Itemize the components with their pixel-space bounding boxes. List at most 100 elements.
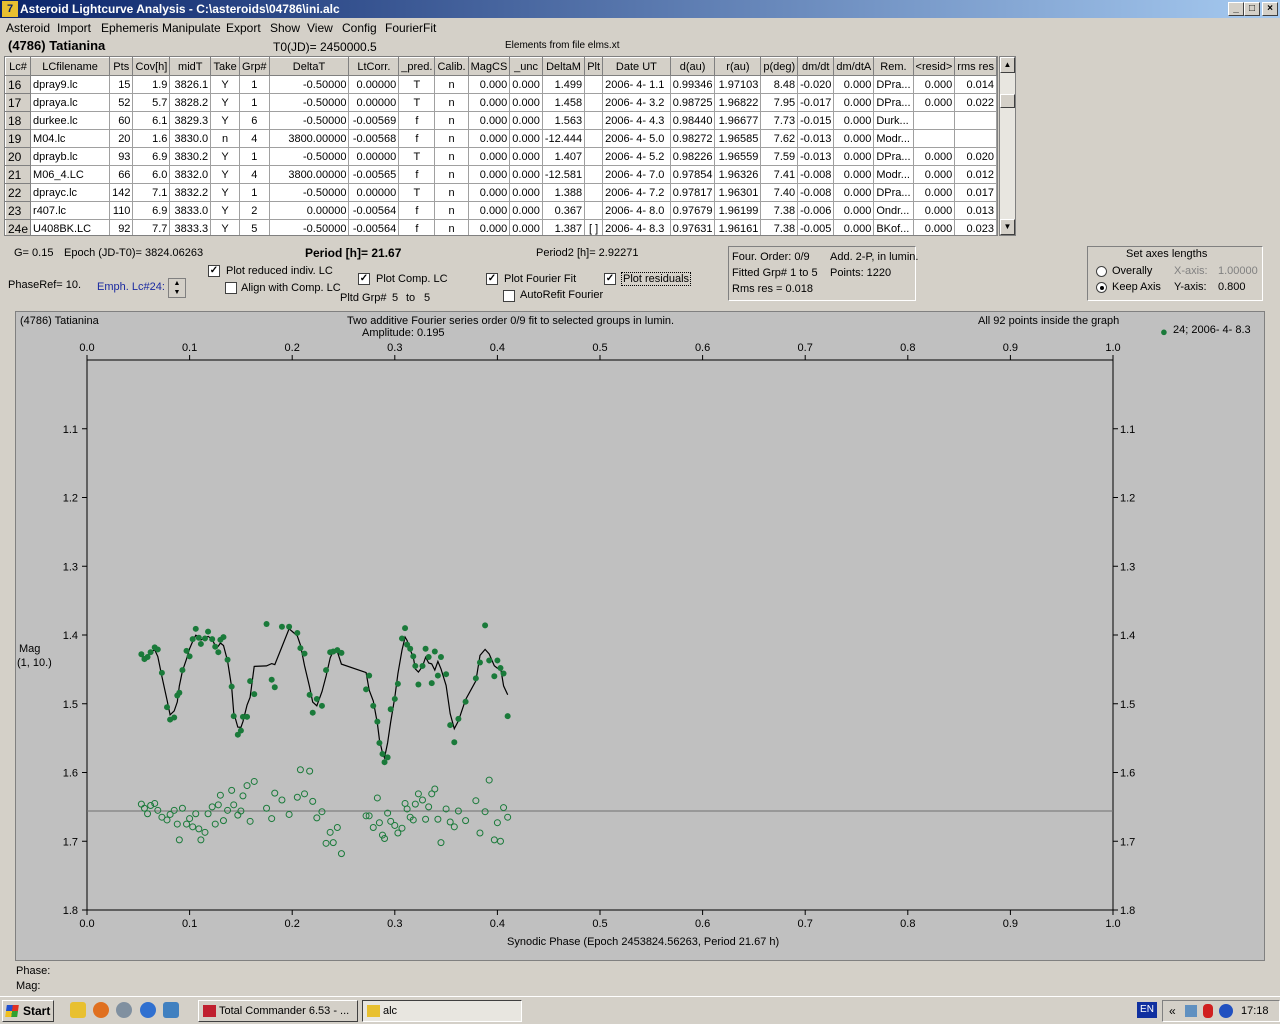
menu-show[interactable]: Show <box>270 21 300 35</box>
language-indicator[interactable]: EN <box>1137 1002 1157 1018</box>
column-header[interactable]: DeltaM <box>541 57 586 76</box>
row-header[interactable]: 21 <box>5 165 32 184</box>
align-checkbox[interactable] <box>225 282 237 294</box>
plot-residuals-checkbox[interactable]: ✓ <box>604 273 616 285</box>
column-header[interactable]: LCfilename <box>30 57 111 76</box>
alc-quicklaunch-icon[interactable] <box>70 1002 86 1018</box>
pltd-grp-to[interactable]: 5 <box>424 292 430 304</box>
table-cell: 3826.1 <box>169 75 212 94</box>
ie-icon[interactable] <box>140 1002 156 1018</box>
x-axis-value[interactable]: 1.00000 <box>1218 265 1258 277</box>
column-header[interactable]: dm/dtA <box>833 57 875 76</box>
menu-asteroid[interactable]: Asteroid <box>6 21 50 35</box>
table-row[interactable]: 21 M06_4.LC 66 6.0 3832.0 Y 4 3800.00000 -0.0056… <box>5 165 997 184</box>
column-header[interactable]: Calib. <box>434 57 469 76</box>
menu-view[interactable]: View <box>307 21 333 35</box>
column-header[interactable]: Plt <box>584 57 604 76</box>
table-row[interactable]: 23 r407.lc 110 6.9 3833.0 Y 2 0.00000 -0.00564 f n… <box>5 201 997 220</box>
table-cell: 0.000 <box>912 219 956 235</box>
column-header[interactable]: MagCS <box>467 57 511 76</box>
row-header[interactable]: 17 <box>5 93 32 112</box>
column-header[interactable]: DeltaT <box>268 57 350 76</box>
taskbar-total-commander[interactable]: Total Commander 6.53 - ... <box>198 1000 358 1022</box>
maximize-button[interactable]: □ <box>1244 2 1260 16</box>
table-scrollbar[interactable]: ▲ ▼ <box>999 56 1016 236</box>
column-header[interactable]: Cov[h] <box>132 57 171 76</box>
column-header[interactable]: _pred. <box>398 57 436 76</box>
menu-export[interactable]: Export <box>226 21 261 35</box>
column-header[interactable]: rms res <box>954 57 997 76</box>
y-axis-value[interactable]: 0.800 <box>1218 281 1246 293</box>
table-cell: 1.499 <box>541 75 586 94</box>
table-cell: -0.00569 <box>348 111 400 130</box>
table-row[interactable]: 24e U408BK.LC 92 7.7 3833.3 Y 5 -0.50000 -0.0056… <box>5 219 997 235</box>
row-header[interactable]: 18 <box>5 111 32 130</box>
plot-reduced-checkbox[interactable]: ✓ <box>208 265 220 277</box>
column-header[interactable]: Rem. <box>873 57 914 76</box>
menu-fourierfit[interactable]: FourierFit <box>385 21 436 35</box>
scroll-up-button[interactable]: ▲ <box>1000 57 1015 73</box>
row-header[interactable]: 24e <box>5 219 32 235</box>
column-header[interactable]: Take <box>210 57 241 76</box>
column-header[interactable]: Date UT <box>602 57 671 76</box>
table-cell: n <box>434 183 469 202</box>
table-cell: 4 <box>239 165 270 184</box>
table-row[interactable]: 16 dpray9.lc 15 1.9 3826.1 Y 1 -0.50000 0.00000 T… <box>5 75 997 94</box>
data-point <box>370 702 377 709</box>
menu-import[interactable]: Import <box>57 21 91 35</box>
table-row[interactable]: 22 dprayc.lc 142 7.1 3832.2 Y 1 -0.50000 0.00000… <box>5 183 997 202</box>
antivirus-icon[interactable] <box>1203 1004 1213 1018</box>
row-header[interactable]: 20 <box>5 147 32 166</box>
row-header[interactable]: 22 <box>5 183 32 202</box>
menu-manipulate[interactable]: Manipulate <box>162 21 221 35</box>
lightcurve-plot[interactable]: 0.0 0.0 0.1 0.1 0.2 0.2 0.3 0.3 0.4 0.4 0.5 0.5 0.6 0… <box>16 312 1264 960</box>
column-header[interactable]: r(au) <box>714 57 762 76</box>
menu-config[interactable]: Config <box>342 21 377 35</box>
bluetooth-icon[interactable] <box>1219 1004 1233 1018</box>
column-header[interactable]: dm/dt <box>797 57 835 76</box>
firefox-icon[interactable] <box>93 1002 109 1018</box>
table-cell: 3828.2 <box>169 93 212 112</box>
table-cell: 7.38 <box>760 201 799 220</box>
row-header[interactable]: 23 <box>5 201 32 220</box>
table-row[interactable]: 17 dpraya.lc 52 5.7 3828.2 Y 1 -0.50000 0.00000 T… <box>5 93 997 112</box>
column-header[interactable]: <resid> <box>912 57 956 76</box>
plot-comp-checkbox[interactable]: ✓ <box>358 273 370 285</box>
column-header[interactable]: LtCorr. <box>348 57 400 76</box>
tray-expand-icon[interactable]: « <box>1169 1004 1176 1018</box>
column-header[interactable]: Grp# <box>239 57 270 76</box>
thunderbird-icon[interactable] <box>116 1002 132 1018</box>
lightcurve-table[interactable]: Lc# LCfilename Pts Cov[h] midT Take Grp# DeltaT… <box>4 56 998 236</box>
row-header[interactable]: 16 <box>5 75 32 94</box>
menu-ephemeris[interactable]: Ephemeris <box>101 21 158 35</box>
plot-fourier-checkbox[interactable]: ✓ <box>486 273 498 285</box>
taskbar-alc[interactable]: alc <box>362 1000 522 1022</box>
desktop-icon[interactable] <box>163 1002 179 1018</box>
column-header[interactable]: d(au) <box>669 57 716 76</box>
close-button[interactable]: × <box>1262 2 1278 16</box>
table-row[interactable]: 20 dprayb.lc 93 6.9 3830.2 Y 1 -0.50000 0.00000 T… <box>5 147 997 166</box>
minimize-button[interactable]: _ <box>1228 2 1244 16</box>
data-point <box>147 649 154 656</box>
scroll-thumb[interactable] <box>1000 94 1015 108</box>
pltd-grp-from[interactable]: 5 <box>392 292 398 304</box>
column-header[interactable]: p(deg) <box>760 57 799 76</box>
table-cell: 3832.0 <box>169 165 212 184</box>
table-cell: 7.59 <box>760 147 799 166</box>
column-header[interactable]: _unc <box>509 57 543 76</box>
emph-spinner[interactable]: ▲ ▼ <box>168 278 186 298</box>
keep-axis-radio[interactable] <box>1096 282 1107 293</box>
column-header[interactable]: midT <box>169 57 212 76</box>
table-row[interactable]: 19 M04.lc 20 1.6 3830.0 n 4 3800.00000 -0.00568 f… <box>5 129 997 148</box>
data-point <box>244 713 251 720</box>
table-cell: -0.00564 <box>348 201 400 220</box>
column-header[interactable]: Pts <box>109 57 134 76</box>
row-header[interactable]: 19 <box>5 129 32 148</box>
column-header[interactable]: Lc# <box>5 57 32 76</box>
table-row[interactable]: 18 durkee.lc 60 6.1 3829.3 Y 6 -0.50000 -0.00569… <box>5 111 997 130</box>
scroll-down-button[interactable]: ▼ <box>1000 219 1015 235</box>
data-point <box>228 683 235 690</box>
autorefit-checkbox[interactable] <box>503 290 515 302</box>
network-icon[interactable] <box>1185 1005 1197 1017</box>
overall-radio[interactable] <box>1096 266 1107 277</box>
